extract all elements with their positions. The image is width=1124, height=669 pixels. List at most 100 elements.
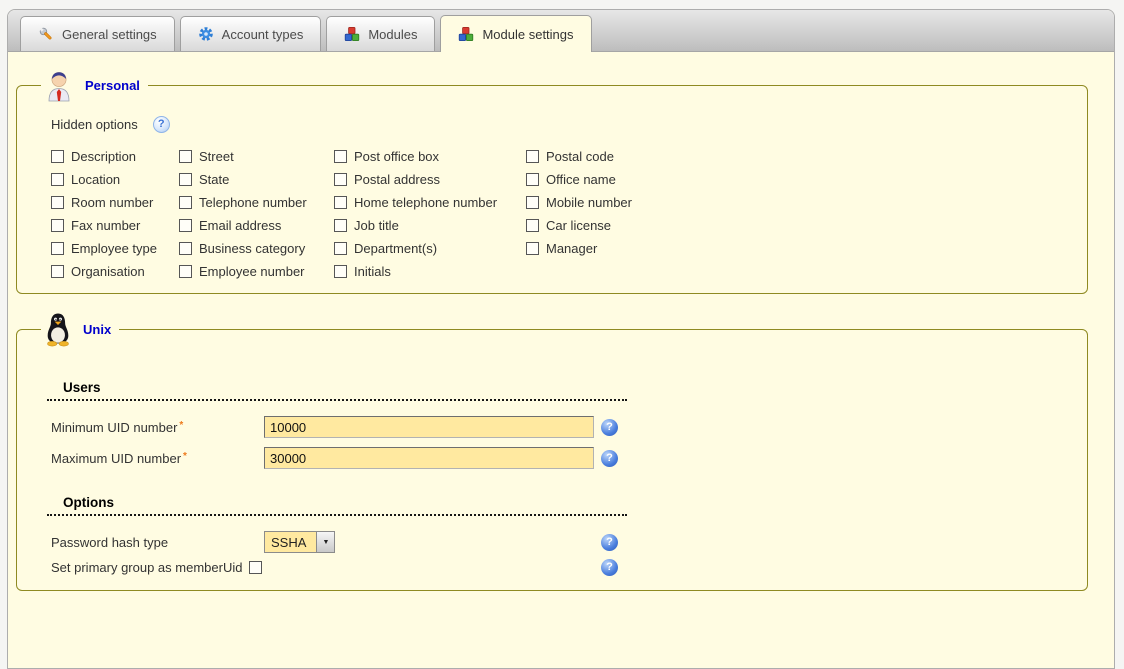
hidden-option-label: Business category bbox=[199, 241, 305, 256]
tab-label: Account types bbox=[222, 27, 304, 42]
hidden-options-row: Hidden options ? bbox=[51, 116, 1087, 133]
password-hash-label: Password hash type bbox=[51, 535, 264, 550]
hidden-option-label: Room number bbox=[71, 195, 153, 210]
hidden-option-item: Postal address bbox=[334, 168, 526, 191]
tab-strip: General settings Account types Modul bbox=[8, 10, 1114, 52]
tab-general-settings[interactable]: General settings bbox=[20, 16, 175, 51]
hidden-option-label: Organisation bbox=[71, 264, 145, 279]
max-uid-label: Maximum UID number* bbox=[51, 451, 264, 466]
hidden-option-checkbox[interactable] bbox=[179, 173, 192, 186]
required-asterisk: * bbox=[179, 420, 183, 431]
hidden-option-checkbox[interactable] bbox=[179, 242, 192, 255]
hidden-option-checkbox[interactable] bbox=[179, 196, 192, 209]
hidden-option-label: Postal code bbox=[546, 149, 614, 164]
password-hash-control: SSHA ▼ bbox=[264, 531, 594, 553]
tab-label: Modules bbox=[368, 27, 417, 42]
modules-icon bbox=[344, 26, 360, 42]
hidden-option-item: Street bbox=[179, 145, 334, 168]
hidden-option-item: Home telephone number bbox=[334, 191, 526, 214]
hidden-option-label: Car license bbox=[546, 218, 611, 233]
hidden-option-checkbox[interactable] bbox=[51, 219, 64, 232]
help-icon[interactable]: ? bbox=[601, 450, 618, 467]
hidden-option-checkbox[interactable] bbox=[526, 219, 539, 232]
hidden-options-label: Hidden options bbox=[51, 117, 138, 132]
hidden-option-label: Telephone number bbox=[199, 195, 307, 210]
max-uid-label-text: Maximum UID number bbox=[51, 451, 181, 466]
hidden-option-checkbox[interactable] bbox=[526, 150, 539, 163]
tab-label: Module settings bbox=[482, 27, 573, 42]
hidden-option-checkbox[interactable] bbox=[334, 150, 347, 163]
hidden-option-label: Post office box bbox=[354, 149, 439, 164]
min-uid-control bbox=[264, 416, 594, 438]
tab-module-settings[interactable]: Module settings bbox=[440, 15, 591, 52]
hidden-option-label: State bbox=[199, 172, 229, 187]
hidden-option-item: Post office box bbox=[334, 145, 526, 168]
help-icon[interactable]: ? bbox=[153, 116, 170, 133]
modules-icon bbox=[458, 26, 474, 42]
help-icon[interactable]: ? bbox=[601, 534, 618, 551]
hidden-option-item: Description bbox=[51, 145, 179, 168]
password-hash-row: Password hash type SSHA ▼ ? bbox=[51, 531, 1087, 553]
hidden-option-item: Job title bbox=[334, 214, 526, 237]
member-uid-checkbox[interactable] bbox=[249, 561, 262, 574]
hidden-option-item: Initials bbox=[334, 260, 526, 283]
hidden-option-checkbox[interactable] bbox=[334, 219, 347, 232]
hidden-option-checkbox[interactable] bbox=[179, 150, 192, 163]
hidden-option-item: Car license bbox=[526, 214, 632, 237]
min-uid-row: Minimum UID number* ? bbox=[51, 416, 1087, 438]
required-asterisk: * bbox=[183, 451, 187, 462]
min-uid-label: Minimum UID number* bbox=[51, 420, 264, 435]
hidden-option-item: Employee type bbox=[51, 237, 179, 260]
hidden-option-checkbox[interactable] bbox=[334, 265, 347, 278]
min-uid-input[interactable] bbox=[264, 416, 594, 438]
hidden-option-item: State bbox=[179, 168, 334, 191]
hidden-option-checkbox[interactable] bbox=[526, 242, 539, 255]
hidden-option-label: Employee type bbox=[71, 241, 157, 256]
hidden-option-item: Employee number bbox=[179, 260, 334, 283]
help-icon[interactable]: ? bbox=[601, 419, 618, 436]
hidden-option-label: Manager bbox=[546, 241, 597, 256]
unix-legend: Unix bbox=[41, 308, 119, 350]
hidden-option-checkbox[interactable] bbox=[51, 173, 64, 186]
hidden-option-label: Description bbox=[71, 149, 136, 164]
hidden-option-checkbox[interactable] bbox=[334, 242, 347, 255]
max-uid-control bbox=[264, 447, 594, 469]
password-hash-select[interactable]: SSHA ▼ bbox=[264, 531, 335, 553]
hidden-option-item: Mobile number bbox=[526, 191, 632, 214]
help-icon[interactable]: ? bbox=[601, 559, 618, 576]
hidden-option-checkbox[interactable] bbox=[334, 173, 347, 186]
hidden-options-column: Postal code Office nameMobile number Car l… bbox=[526, 145, 632, 283]
hidden-option-label: Home telephone number bbox=[354, 195, 497, 210]
hidden-option-label: Email address bbox=[199, 218, 281, 233]
gear-icon bbox=[198, 26, 214, 42]
hidden-option-item: Business category bbox=[179, 237, 334, 260]
hidden-option-item: Telephone number bbox=[179, 191, 334, 214]
hidden-option-checkbox[interactable] bbox=[334, 196, 347, 209]
hidden-option-checkbox[interactable] bbox=[51, 265, 64, 278]
chevron-down-icon[interactable]: ▼ bbox=[316, 532, 334, 552]
hidden-option-item: Postal code bbox=[526, 145, 632, 168]
hidden-option-checkbox[interactable] bbox=[526, 196, 539, 209]
tux-penguin-icon bbox=[43, 308, 73, 350]
hidden-option-checkbox[interactable] bbox=[51, 150, 64, 163]
hidden-option-checkbox[interactable] bbox=[179, 219, 192, 232]
hidden-options-column: Description Location Room number Fax number… bbox=[51, 145, 179, 283]
hidden-option-label: Location bbox=[71, 172, 120, 187]
hidden-options-grid: Description Location Room number Fax number… bbox=[51, 145, 1087, 283]
module-settings-content: Personal Hidden options ? Description Loc… bbox=[8, 64, 1114, 591]
hidden-option-item: Office name bbox=[526, 168, 632, 191]
hidden-option-checkbox[interactable] bbox=[179, 265, 192, 278]
hidden-option-checkbox[interactable] bbox=[51, 242, 64, 255]
hidden-option-checkbox[interactable] bbox=[51, 196, 64, 209]
max-uid-input[interactable] bbox=[264, 447, 594, 469]
hidden-option-label: Initials bbox=[354, 264, 391, 279]
unix-section: Unix Users Minimum UID number* ? Maximum… bbox=[16, 308, 1088, 591]
hidden-option-checkbox[interactable] bbox=[526, 173, 539, 186]
tab-account-types[interactable]: Account types bbox=[180, 16, 322, 51]
tab-label: General settings bbox=[62, 27, 157, 42]
member-uid-row: Set primary group as memberUid ? bbox=[51, 559, 1087, 576]
hidden-option-label: Job title bbox=[354, 218, 399, 233]
hidden-option-item: Fax number bbox=[51, 214, 179, 237]
personal-legend: Personal bbox=[41, 64, 148, 106]
tab-modules[interactable]: Modules bbox=[326, 16, 435, 51]
